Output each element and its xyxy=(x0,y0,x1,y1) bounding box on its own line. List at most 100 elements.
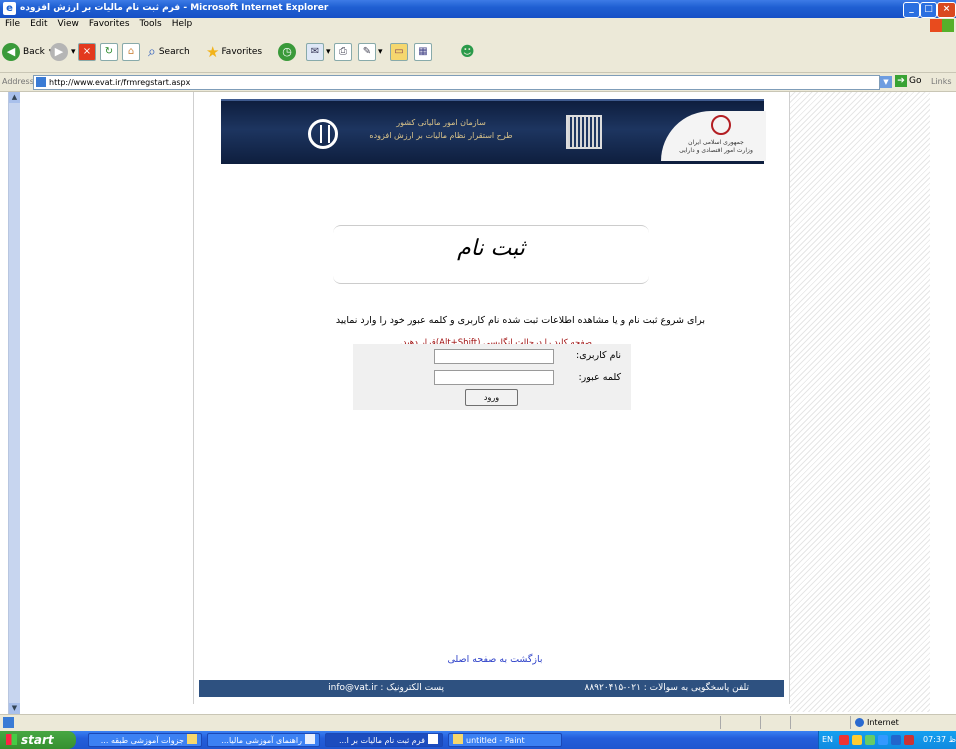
home-icon: ⌂ xyxy=(122,43,140,61)
start-button[interactable]: start xyxy=(0,731,76,749)
windows-logo-icon xyxy=(930,19,954,33)
page-title: ثبت نام xyxy=(457,236,525,261)
home-button[interactable]: ⌂ xyxy=(122,41,142,63)
menu-bar: File Edit View Favorites Tools Help xyxy=(0,18,956,33)
folder-button[interactable]: ▭ xyxy=(390,41,410,63)
folder-icon xyxy=(187,734,197,744)
forward-arrow-icon: ▶ xyxy=(50,43,68,61)
paint-icon xyxy=(453,734,463,744)
windows-flag-icon xyxy=(6,734,17,745)
messenger-button[interactable]: ☻ xyxy=(460,41,475,63)
footer-phone: تلفن پاسخگویی به سوالات : ۰۲۱-۸۸۹۲۰۴۱۵ xyxy=(584,683,749,693)
login-form: نام کاربری: کلمه عبور: ورود xyxy=(353,344,631,410)
minimize-button[interactable]: _ xyxy=(903,2,920,18)
system-tray: EN 07:37 ق.ظ xyxy=(818,731,956,749)
registration-title-card: ثبت نام xyxy=(333,225,649,284)
favorites-star-icon: ★ xyxy=(206,43,220,61)
back-arrow-icon: ◀ xyxy=(2,43,20,61)
instruction-text: برای شروع ثبت نام و یا مشاهده اطلاعات ثب… xyxy=(335,315,705,326)
menu-help[interactable]: Help xyxy=(167,18,198,30)
right-pattern-panel xyxy=(790,92,930,712)
address-dropdown-icon[interactable]: ▼ xyxy=(880,76,892,88)
research-icon: ▦ xyxy=(414,43,432,61)
banner-gov-name: جمهوری اسلامی ایران xyxy=(688,139,744,146)
status-divider xyxy=(760,716,761,729)
search-icon: ⌕ xyxy=(148,44,156,60)
menu-view[interactable]: View xyxy=(53,18,84,30)
address-input[interactable]: http://www.evat.ir/frmregstart.aspx xyxy=(33,75,880,90)
ie-icon xyxy=(428,734,438,744)
ie-icon: e xyxy=(3,2,16,15)
taskbar: start جزوات آموزشی طبقه ... راهنمای آموز… xyxy=(0,731,956,749)
print-icon: ⎙ xyxy=(334,43,352,61)
document-icon xyxy=(305,734,315,744)
task-ie-window[interactable]: فرم ثبت نام مالیات بر ا... xyxy=(325,733,443,747)
banner-ministry-name: وزارت امور اقتصادی و دارایی xyxy=(679,147,753,154)
header-banner: سازمان امور مالیاتی کشور طرح استقرار نظا… xyxy=(221,99,766,164)
stop-icon: × xyxy=(78,43,96,61)
back-to-home-link[interactable]: بازگشت به صفحه اصلی xyxy=(400,654,590,665)
favorites-button[interactable]: ★ Favorites xyxy=(206,41,262,63)
footer-bar: تلفن پاسخگویی به سوالات : ۰۲۱-۸۸۹۲۰۴۱۵ پ… xyxy=(199,680,784,697)
refresh-button[interactable]: ↻ xyxy=(100,41,120,63)
tray-icon-5[interactable] xyxy=(891,735,901,745)
toolbar: ◀Back▾ ▶▾ × ↻ ⌂ ⌕Search ★Favorites ◷ ✉▾ … xyxy=(0,32,956,73)
banner-org-name: سازمان امور مالیاتی کشور xyxy=(396,118,486,127)
language-indicator[interactable]: EN xyxy=(822,735,833,744)
scroll-up-icon[interactable]: ▲ xyxy=(9,92,20,103)
research-button[interactable]: ▦ xyxy=(414,41,434,63)
status-divider xyxy=(720,716,721,729)
address-label: Address xyxy=(2,77,34,86)
edit-button[interactable]: ✎ ▾ xyxy=(358,41,383,63)
maximize-button[interactable]: □ xyxy=(920,2,937,18)
title-bar[interactable]: e فرم ثبت نام مالیات بر ارزش افزوده - Mi… xyxy=(0,0,956,18)
links-button[interactable]: Links xyxy=(931,77,952,86)
scroll-down-icon[interactable]: ▼ xyxy=(9,703,20,714)
folder-icon: ▭ xyxy=(390,43,408,61)
security-zone: Internet xyxy=(855,718,899,727)
edit-icon: ✎ xyxy=(358,43,376,61)
menu-file[interactable]: File xyxy=(0,18,25,30)
footer-email[interactable]: پست الکترونیک : info@vat.ir xyxy=(259,683,444,693)
tray-icon-4[interactable] xyxy=(878,735,888,745)
page-status-icon xyxy=(3,717,14,728)
task-folder[interactable]: جزوات آموزشی طبقه ... xyxy=(88,733,202,747)
window-title: فرم ثبت نام مالیات بر ارزش افزوده - Micr… xyxy=(20,3,329,13)
tray-icon-6[interactable] xyxy=(904,735,914,745)
clock[interactable]: 07:37 ق.ظ xyxy=(923,735,956,744)
tray-icon-2[interactable] xyxy=(852,735,862,745)
login-button[interactable]: ورود xyxy=(465,389,518,406)
stop-button[interactable]: × xyxy=(78,41,98,63)
password-input[interactable] xyxy=(434,370,554,385)
mail-button[interactable]: ✉ ▾ xyxy=(306,41,331,63)
status-divider xyxy=(850,716,851,729)
refresh-icon: ↻ xyxy=(100,43,118,61)
task-paint[interactable]: untitled - Paint xyxy=(448,733,562,747)
password-label: کلمه عبور: xyxy=(578,372,621,383)
banner-project-name: طرح استقرار نظام مالیات بر ارزش افزوده xyxy=(369,131,513,140)
username-label: نام کاربری: xyxy=(576,350,621,361)
menu-favorites[interactable]: Favorites xyxy=(84,18,135,30)
left-margin xyxy=(20,92,193,714)
history-icon: ◷ xyxy=(278,43,296,61)
print-button[interactable]: ⎙ xyxy=(334,41,354,63)
username-input[interactable] xyxy=(434,349,554,364)
go-button[interactable]: ➔ Go xyxy=(895,75,921,87)
history-button[interactable]: ◷ xyxy=(278,41,299,63)
menu-edit[interactable]: Edit xyxy=(25,18,52,30)
iran-emblem-icon xyxy=(711,115,731,135)
close-button[interactable]: × xyxy=(937,2,956,18)
page-icon xyxy=(36,77,46,87)
task-word-doc[interactable]: راهنمای آموزشی مالیا... xyxy=(207,733,320,747)
address-bar: Address http://www.evat.ir/frmregstart.a… xyxy=(0,73,956,92)
forward-dropdown-icon[interactable]: ▾ xyxy=(71,47,76,57)
menu-tools[interactable]: Tools xyxy=(135,18,167,30)
tax-org-emblem-icon xyxy=(566,115,602,149)
vat-logo-icon xyxy=(308,119,338,149)
back-button[interactable]: ◀Back▾ xyxy=(2,41,53,63)
tray-icon-3[interactable] xyxy=(865,735,875,745)
mail-icon: ✉ xyxy=(306,43,324,61)
forward-button[interactable]: ▶ ▾ xyxy=(50,41,76,63)
search-button[interactable]: ⌕ Search xyxy=(148,41,190,63)
tray-icon-1[interactable] xyxy=(839,735,849,745)
